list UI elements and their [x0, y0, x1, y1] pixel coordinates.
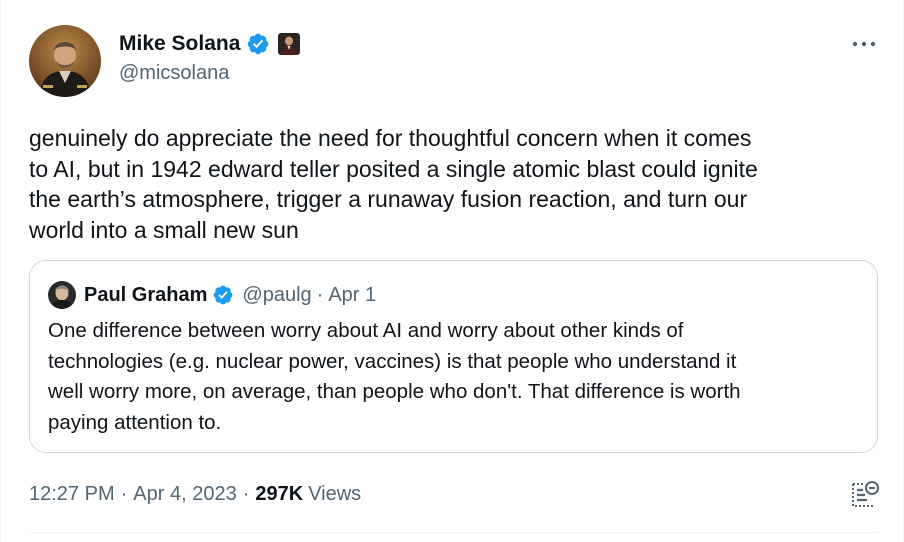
more-horizontal-icon	[852, 41, 876, 47]
translate-post-icon	[852, 481, 879, 507]
quoted-author-avatar[interactable]	[48, 281, 76, 309]
views-label: Views	[308, 482, 362, 505]
verified-badge-icon[interactable]	[246, 32, 270, 56]
author-handle[interactable]: @micsolana	[119, 62, 229, 85]
quoted-tweet-date: Apr 1	[328, 283, 377, 306]
divider	[29, 532, 879, 533]
affiliate-badge-icon[interactable]	[278, 33, 301, 55]
verified-badge-icon	[212, 284, 234, 306]
quoted-tweet-text: One difference between worry about AI an…	[48, 319, 741, 434]
tweet-time-link[interactable]: 12:27 PM	[29, 483, 115, 506]
quoted-author-handle: @paulg	[242, 283, 312, 306]
meta-separator: ·	[120, 482, 128, 505]
tweet-date-link[interactable]: Apr 4, 2023	[133, 483, 236, 506]
more-options-button[interactable]	[849, 32, 879, 56]
quoted-tweet-header: Paul Graham @paulg · Apr 1	[48, 281, 376, 309]
quoted-tweet[interactable]: Paul Graham @paulg · Apr 1 One differenc…	[29, 260, 878, 453]
tweet-card: Mike Solana @micsolana genuinely do appr…	[0, 0, 904, 542]
meta-separator: ·	[242, 482, 250, 505]
translate-button[interactable]	[849, 478, 881, 510]
tweet-text: genuinely do appreciate the need for tho…	[29, 125, 758, 243]
author-avatar[interactable]	[29, 25, 101, 97]
header-separator: ·	[316, 283, 324, 306]
quoted-author-name: Paul Graham	[84, 283, 208, 306]
tweet-metadata: 12:27 PM · Apr 4, 2023 · 297K Views	[29, 481, 361, 507]
author-display-name[interactable]: Mike Solana	[119, 32, 240, 56]
author-name-row: Mike Solana	[119, 30, 301, 58]
views-count: 297K	[255, 482, 304, 505]
portrait-avatar-icon	[29, 25, 101, 97]
